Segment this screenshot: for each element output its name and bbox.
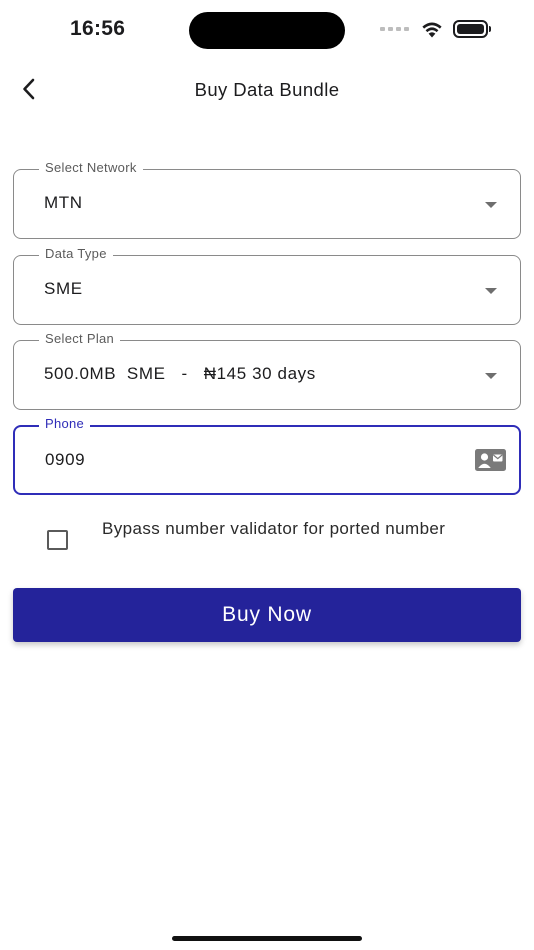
- network-value: MTN: [44, 193, 83, 212]
- signal-icon: [380, 27, 409, 31]
- network-select[interactable]: Select Network MTN: [13, 160, 521, 239]
- dropdown-arrow-icon: [485, 288, 497, 294]
- contact-card-icon[interactable]: [475, 449, 506, 476]
- plan-select[interactable]: Select Plan 500.0MB SME - ₦145 30 days: [13, 331, 521, 410]
- buy-data-screen: 16:56 Buy Data Bundle Select Network MTN…: [0, 0, 534, 950]
- wifi-icon: [422, 22, 442, 37]
- dropdown-arrow-icon: [485, 373, 497, 379]
- bypass-checkbox[interactable]: [47, 530, 68, 550]
- plan-value: 500.0MB SME - ₦145 30 days: [44, 364, 316, 383]
- status-icons: [380, 20, 491, 38]
- phone-input[interactable]: 0909: [45, 450, 85, 470]
- phone-field[interactable]: Phone 0909: [13, 416, 521, 495]
- bypass-checkbox-label: Bypass number validator for ported numbe…: [102, 519, 446, 538]
- home-indicator[interactable]: [172, 936, 362, 941]
- data-type-label: Data Type: [39, 246, 113, 261]
- data-type-value: SME: [44, 279, 83, 298]
- data-type-select[interactable]: Data Type SME: [13, 246, 521, 325]
- buy-now-button[interactable]: Buy Now: [13, 588, 521, 642]
- page-title: Buy Data Bundle: [194, 79, 340, 100]
- plan-label: Select Plan: [39, 331, 121, 346]
- dropdown-arrow-icon: [485, 202, 497, 208]
- dynamic-island: [189, 12, 345, 49]
- battery-icon: [453, 20, 491, 38]
- network-label: Select Network: [39, 160, 143, 175]
- status-time: 16:56: [70, 17, 126, 40]
- phone-label: Phone: [39, 416, 91, 431]
